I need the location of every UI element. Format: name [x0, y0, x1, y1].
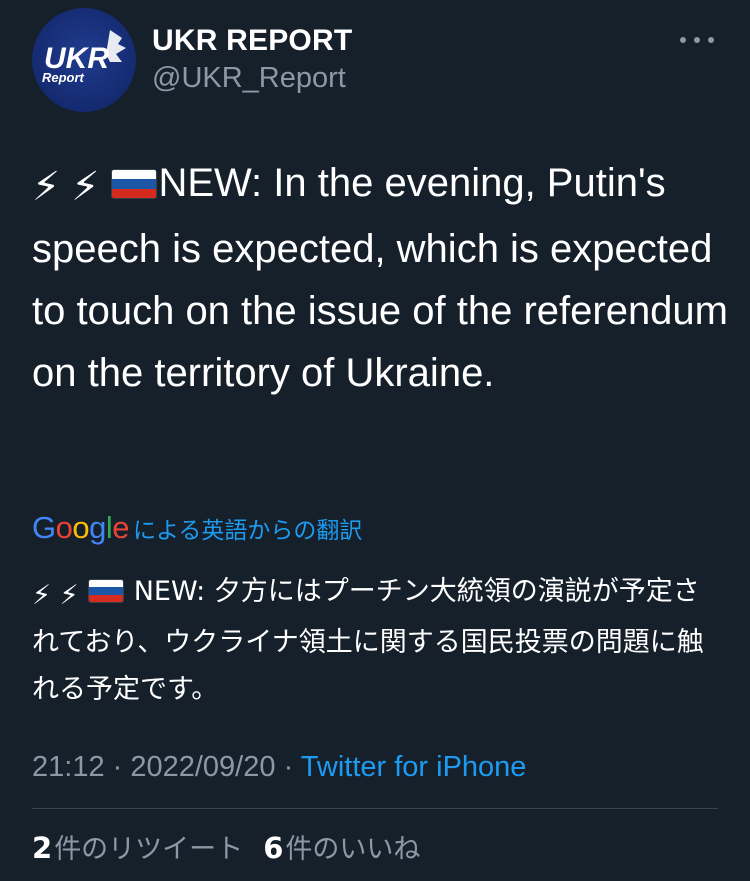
more-options-icon[interactable] — [680, 32, 714, 48]
avatar[interactable]: UKR Report — [32, 8, 136, 112]
translation-label[interactable]: による英語からの翻訳 — [133, 511, 362, 545]
user-handle[interactable]: @UKR_Report — [152, 60, 352, 96]
lightning-icon: ⚡ — [59, 580, 79, 611]
likes-count: 6 — [263, 831, 284, 865]
retweets-count: 2 — [32, 831, 53, 865]
divider — [32, 808, 718, 809]
ukr-report-logo-icon: UKR Report — [42, 30, 126, 85]
likes-stat[interactable]: 6件のいいね — [263, 828, 420, 870]
meta-separator: · — [275, 751, 301, 783]
lightning-icon: ⚡ — [32, 580, 51, 611]
avatar-logo-bottom: Report — [42, 70, 85, 85]
lightning-icon: ⚡ — [32, 165, 61, 209]
display-name[interactable]: UKR REPORT — [152, 22, 352, 60]
tweet-header: UKR Report UKR REPORT @UKR_Report — [32, 8, 722, 112]
tweet-source-link[interactable]: Twitter for iPhone — [301, 751, 527, 783]
tweet-time[interactable]: 21:12 — [32, 751, 105, 783]
retweets-label: 件のリツイート — [54, 834, 244, 865]
tweet-stats: 2件のリツイート 6件のいいね — [32, 828, 440, 870]
russia-flag-icon — [112, 170, 157, 198]
tweet-text: ⚡ ⚡ NEW: In the evening, Putin's speech … — [32, 152, 732, 404]
meta-separator: · — [104, 751, 131, 783]
translation-attribution[interactable]: Google による英語からの翻訳 — [32, 508, 362, 548]
account-names: UKR REPORT @UKR_Report — [152, 22, 352, 96]
translation-body: NEW: 夕方にはプーチン大統領の演説が予定されており、ウクライナ領土に関する国… — [32, 576, 704, 705]
tweet-date[interactable]: 2022/09/20 — [130, 751, 275, 783]
translated-text: ⚡ ⚡ NEW: 夕方にはプーチン大統領の演説が予定されており、ウクライナ領土に… — [32, 568, 722, 713]
lightning-icon: ⚡ — [71, 165, 100, 209]
google-logo: Google — [32, 510, 130, 545]
retweets-stat[interactable]: 2件のリツイート — [32, 828, 243, 870]
tweet-meta: 21:12 · 2022/09/20 · Twitter for iPhone — [32, 748, 526, 786]
russia-flag-icon — [89, 580, 124, 602]
likes-label: 件のいいね — [285, 834, 421, 865]
